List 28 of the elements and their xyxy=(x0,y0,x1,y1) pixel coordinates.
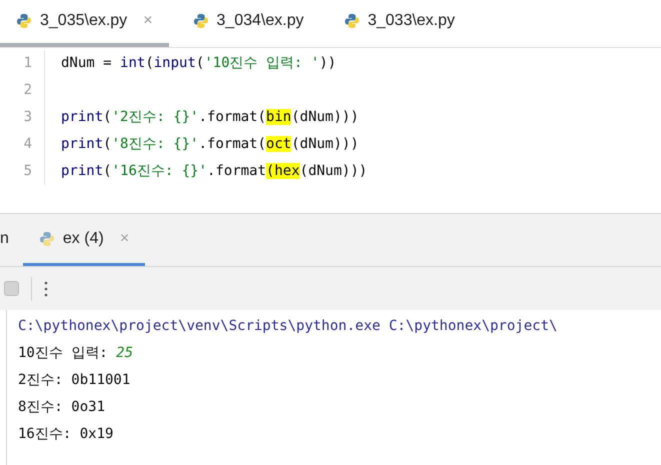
code-line: dNum = int(input('10진수 입력: ')) xyxy=(61,54,336,73)
editor-tab[interactable]: 3_034\ex.py xyxy=(176,0,320,47)
python-logo-icon xyxy=(16,13,32,29)
line-number: 3 xyxy=(22,108,33,127)
tab-label: n xyxy=(0,228,9,248)
tab-label: ex (4) xyxy=(62,228,104,248)
console-line: 8진수: 0o31 xyxy=(18,398,106,417)
console-line: 10진수 입력: 25 xyxy=(18,344,134,363)
line-number: 5 xyxy=(22,162,33,181)
python-logo-icon xyxy=(192,13,209,29)
more-options-icon[interactable] xyxy=(44,280,48,296)
line-number: 1 xyxy=(22,54,33,73)
code-line: print('2진수: {}'.format(bin(dNum))) xyxy=(61,108,359,127)
code-line: print('16진수: {}'.format(hex(dNum))) xyxy=(61,162,368,181)
line-number: 2 xyxy=(22,81,33,100)
line-number: 4 xyxy=(22,135,33,154)
tab-label: 3_034\ex.py xyxy=(216,11,304,31)
code-line: print('8진수: {}'.format(oct(dNum))) xyxy=(61,135,359,154)
python-logo-icon xyxy=(344,13,360,29)
editor-tab[interactable]: 3_033\ex.py xyxy=(328,0,471,47)
console-line: 2진수: 0b11001 xyxy=(18,371,132,390)
console-line: 16진수: 0x19 xyxy=(18,425,114,444)
editor-tab[interactable]: 3_035\ex.py × xyxy=(0,0,169,47)
tab-label: 3_033\ex.py xyxy=(368,11,455,31)
python-logo-icon xyxy=(38,230,55,246)
console-line: C:\pythonex\project\venv\Scripts\python.exe C:\pythonex\project\ xyxy=(18,317,558,336)
tab-label: 3_035\ex.py xyxy=(40,11,128,31)
tool-tab[interactable]: n xyxy=(0,214,9,266)
